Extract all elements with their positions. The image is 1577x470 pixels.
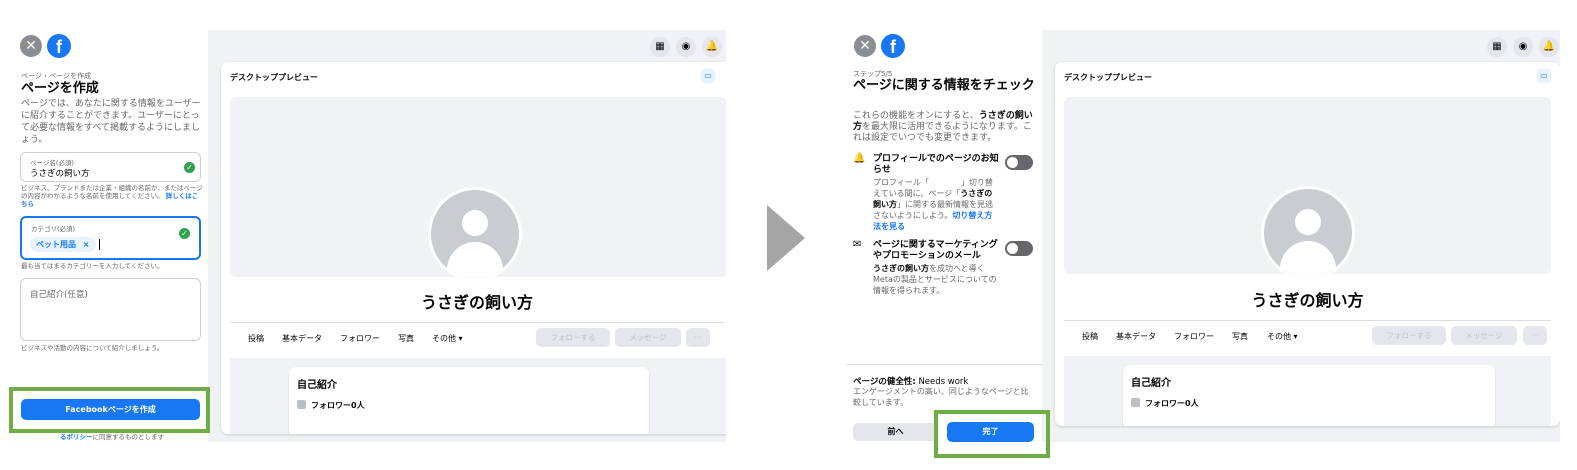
setting-marketing-email-desc: うさぎの飼い方を成功へと導くMetaの製品とサービスについての情報を得られます。	[873, 263, 999, 296]
envelope-icon: ✉	[853, 239, 862, 250]
preview-area: ▦ ◉ 🔔 デスクトッププレビュー ▭ うさぎの飼い方 投稿 基本データ フォロ…	[1042, 30, 1560, 442]
intro-card: 自己紹介 フォロワー0人	[289, 367, 649, 434]
create-page-button[interactable]: Facebookページを作成	[21, 399, 200, 420]
category-helper: 最も当てはまるカテゴリーを入力してください。	[21, 262, 164, 270]
message-button[interactable]: メッセージ	[1451, 326, 1517, 345]
tab-photos[interactable]: 写真	[1232, 331, 1248, 342]
followers-icon	[297, 400, 306, 409]
intro-title: 自己紹介	[297, 380, 337, 391]
profile-avatar	[1261, 186, 1355, 280]
messenger-icon[interactable]: ◉	[676, 37, 696, 57]
preview-page-name: うさぎの飼い方	[1251, 291, 1364, 310]
back-button[interactable]: 前へ	[853, 423, 938, 441]
messenger-icon[interactable]: ◉	[1513, 37, 1533, 57]
page-title: ページを作成	[21, 81, 99, 96]
intro-title: 自己紹介	[1131, 378, 1171, 389]
policy-note-text: に同意するものとします	[92, 433, 165, 441]
category-field[interactable]: カテゴリ(必須) ペット用品 × ✓	[20, 216, 201, 260]
page-tab-bar: 投稿 基本データ フォロワー 写真 その他 ▾ フォローする メッセージ ···	[230, 322, 724, 352]
bio-field[interactable]: 自己紹介(任意)	[20, 278, 201, 341]
page-health-desc: エンゲージメントの高い、同じようなページと比較しています。	[853, 387, 1029, 407]
grid-menu-icon[interactable]: ▦	[650, 37, 670, 57]
marketing-email-toggle[interactable]	[1005, 241, 1033, 256]
profile-notice-toggle[interactable]	[1005, 155, 1033, 170]
profile-avatar	[428, 187, 522, 281]
followers-count: フォロワー0人	[1145, 399, 1199, 408]
tab-followers[interactable]: フォロワー	[1174, 331, 1214, 342]
page-name-label: ページ名(必須)	[30, 159, 74, 167]
page-description: これらの機能をオンにすると、うさぎの飼い方を最大限に活用できるようになります。こ…	[853, 111, 1037, 144]
follow-button[interactable]: フォローする	[536, 328, 610, 347]
more-options-button[interactable]: ···	[686, 328, 710, 347]
grid-menu-icon[interactable]: ▦	[1487, 37, 1507, 57]
more-options-button[interactable]: ···	[1523, 326, 1547, 345]
page-description: ページでは、あなたに関する情報をユーザーに紹介することができます。ユーザーにとっ…	[21, 99, 201, 145]
done-button[interactable]: 完了	[947, 422, 1034, 442]
create-page-screenshot: ✕ f ページ › ページを作成 ページを作成 ページでは、あなたに関する情報を…	[12, 30, 726, 442]
close-icon[interactable]: ✕	[854, 35, 876, 57]
tab-about[interactable]: 基本データ	[282, 333, 322, 344]
category-label: カテゴリ(必須)	[31, 225, 76, 233]
description-pre: これらの機能をオンにすると、	[853, 111, 979, 121]
tab-more[interactable]: その他 ▾	[432, 333, 463, 344]
preview-area: ▦ ◉ 🔔 デスクトッププレビュー ▭ うさぎの飼い方 投稿 基本データ フォロ…	[208, 30, 726, 442]
preview-title: デスクトッププレビュー	[1064, 73, 1152, 82]
bell-icon: 🔔	[853, 153, 866, 164]
bio-placeholder: 自己紹介(任意)	[30, 290, 88, 300]
policy-link[interactable]: るポリシー	[60, 433, 93, 441]
tab-followers[interactable]: フォロワー	[340, 333, 380, 344]
desktop-preview-card: デスクトッププレビュー ▭ うさぎの飼い方 投稿 基本データ フォロワー 写真 …	[1055, 62, 1560, 426]
message-button[interactable]: メッセージ	[615, 328, 681, 347]
bell-icon[interactable]: 🔔	[702, 37, 722, 57]
monitor-icon[interactable]: ▭	[1537, 69, 1551, 83]
tab-posts[interactable]: 投稿	[1082, 331, 1098, 342]
close-icon[interactable]: ✕	[20, 35, 42, 57]
category-chip[interactable]: ペット用品 ×	[30, 237, 96, 252]
check-info-sidebar: ✕ f ステップ5/5 ページに関する情報をチェック これらの機能をオンにすると…	[846, 30, 1042, 442]
chip-remove-icon[interactable]: ×	[83, 240, 90, 249]
next-step-arrow	[767, 205, 805, 271]
create-page-sidebar: ✕ f ページ › ページを作成 ページを作成 ページでは、あなたに関する情報を…	[12, 30, 208, 442]
setting-marketing-email-title: ページに関するマーケティングやプロモーションのメール	[873, 240, 998, 261]
intro-card: 自己紹介 フォロワー0人	[1123, 365, 1495, 426]
category-chip-label: ペット用品	[36, 240, 76, 249]
facebook-logo-icon[interactable]: f	[881, 34, 905, 58]
bell-icon[interactable]: 🔔	[1539, 37, 1559, 57]
tab-about[interactable]: 基本データ	[1116, 331, 1156, 342]
bio-helper: ビジネスや活動の内容について紹介しましょう。	[21, 344, 164, 352]
breadcrumb: ページ › ページを作成	[21, 72, 91, 80]
setting2-desc-page-name: うさぎの飼い方	[873, 264, 929, 273]
divider	[846, 364, 1042, 365]
follow-button[interactable]: フォローする	[1372, 326, 1446, 345]
check-icon: ✓	[184, 162, 195, 173]
facebook-logo-icon[interactable]: f	[47, 34, 71, 58]
preview-title: デスクトッププレビュー	[230, 73, 318, 82]
tab-more[interactable]: その他 ▾	[1267, 331, 1298, 342]
check-icon: ✓	[179, 228, 190, 239]
followers-row: フォロワー0人	[297, 400, 365, 411]
setting-profile-notice-title: プロフィールでのページのお知らせ	[873, 154, 999, 175]
followers-count: フォロワー0人	[311, 401, 365, 410]
followers-icon	[1131, 398, 1140, 407]
tab-photos[interactable]: 写真	[398, 333, 414, 344]
check-info-screenshot: ✕ f ステップ5/5 ページに関する情報をチェック これらの機能をオンにすると…	[846, 30, 1560, 442]
page-tab-bar: 投稿 基本データ フォロワー 写真 その他 ▾ フォローする メッセージ ···	[1064, 320, 1551, 350]
setting-profile-notice-desc: プロフィール「 」切り替えている間に、ページ「うさぎの飼い方」に関する最新情報を…	[873, 177, 999, 232]
page-name-helper: ビジネス、ブランドまたは企業・組織の名前か、またはページの内容がわかるような名前…	[21, 184, 203, 208]
page-name-field[interactable]: ページ名(必須) うさぎの飼い方 ✓	[20, 152, 201, 182]
description-post: を最大限に活用できるようになります。これは設定でいつでも変更できます。	[853, 122, 1032, 143]
page-name-value: うさぎの飼い方	[30, 169, 90, 179]
page-title: ページに関する情報をチェック	[853, 78, 1035, 93]
text-cursor	[99, 239, 100, 250]
desktop-preview-card: デスクトッププレビュー ▭ うさぎの飼い方 投稿 基本データ フォロワー 写真 …	[221, 62, 726, 434]
followers-row: フォロワー0人	[1131, 398, 1199, 409]
tab-posts[interactable]: 投稿	[248, 333, 264, 344]
preview-page-name: うさぎの飼い方	[420, 293, 533, 312]
monitor-icon[interactable]: ▭	[701, 69, 715, 83]
